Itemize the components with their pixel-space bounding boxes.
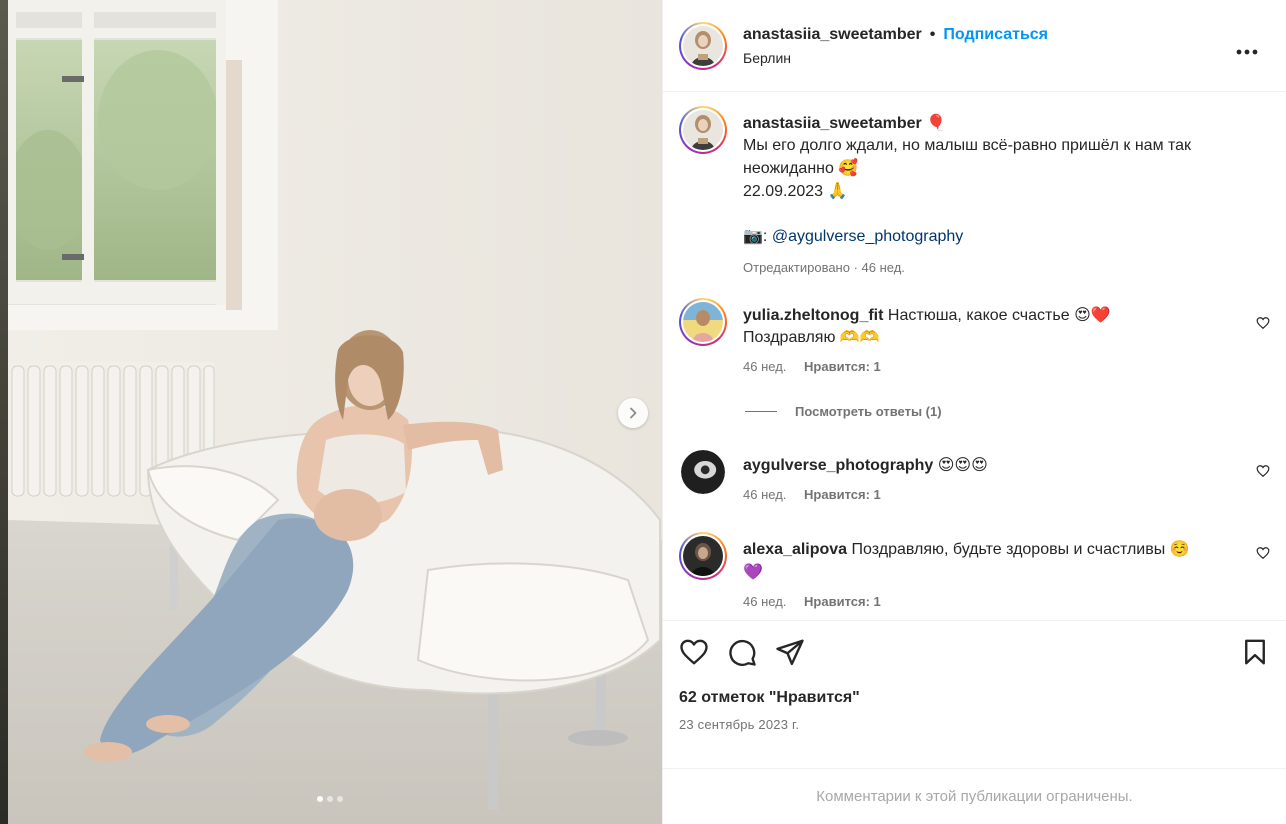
folded-hands-emoji: 🙏	[827, 181, 848, 200]
post-location[interactable]: Берлин	[743, 50, 1048, 66]
header-separator: •	[929, 25, 936, 43]
comment-likes[interactable]: Нравится: 1	[804, 594, 881, 609]
comment-likes[interactable]: Нравится: 1	[804, 487, 881, 502]
view-replies-button[interactable]: Посмотреть ответы (1)	[745, 404, 942, 419]
carousel-dot	[327, 796, 333, 802]
comment-like-heart-icon[interactable]	[1256, 464, 1270, 478]
photo-scene	[8, 0, 662, 824]
follow-button[interactable]: Подписаться	[943, 26, 1048, 44]
avatar-image	[683, 25, 723, 66]
avatar-image	[683, 110, 723, 150]
comments-restricted-notice: Комментарии к этой публикации ограничены…	[663, 768, 1286, 824]
author-username[interactable]: anastasiia_sweetamber	[743, 26, 922, 44]
avatar-image	[683, 302, 723, 342]
smiling-hearts-emoji: 🥰	[838, 158, 859, 177]
comment-like-heart-icon[interactable]	[1256, 316, 1270, 330]
comment-item: alexa_alipova Поздравляю, будьте здоровы…	[679, 532, 1270, 609]
comment-time[interactable]: 46 нед.	[743, 359, 786, 374]
more-icon	[1236, 49, 1258, 55]
comment-author[interactable]: aygulverse_photography	[743, 457, 933, 474]
commenter-avatar[interactable]	[679, 532, 727, 580]
comment-text-line2: Поздравляю 🫶🫶	[743, 329, 880, 346]
comment-icon[interactable]	[727, 637, 757, 667]
caption-edited-time: Отредактировано · 46 нед.	[743, 260, 905, 275]
post-actions: 62 отметок "Нравится" 23 сентябрь 2023 г…	[663, 620, 1286, 768]
comment-item: yulia.zheltonog_fit Настюша, какое счаст…	[679, 298, 1270, 374]
caption-text-line1: Мы его долго ждали, но малыш всё-равно п…	[743, 137, 1192, 177]
purple-heart-emoji: 💜	[743, 562, 763, 581]
post-photo[interactable]	[8, 0, 662, 824]
balloon-emoji: 🎈	[926, 113, 947, 132]
caption-colon: :	[762, 228, 768, 245]
comment-emoji: ☺️	[1169, 539, 1190, 558]
post-date[interactable]: 23 сентябрь 2023 г.	[679, 717, 799, 732]
camera-emoji: 📷	[743, 226, 763, 245]
share-icon[interactable]	[775, 637, 805, 667]
post-caption: anastasiia_sweetamber 🎈 Мы его долго жда…	[679, 106, 1270, 275]
caption-date: 22.09.2023	[743, 183, 824, 200]
carousel-dot	[337, 796, 343, 802]
comment-author[interactable]: alexa_alipova	[743, 541, 847, 558]
comment-time[interactable]: 46 нед.	[743, 487, 786, 502]
comment-time[interactable]: 46 нед.	[743, 594, 786, 609]
carousel-next-button[interactable]	[618, 398, 648, 428]
replies-line	[745, 411, 777, 412]
likes-count[interactable]: 62 отметок "Нравится"	[679, 689, 860, 707]
view-replies-label: Посмотреть ответы (1)	[795, 404, 942, 419]
comments-scroll-area[interactable]: anastasiia_sweetamber 🎈 Мы его долго жда…	[663, 92, 1286, 620]
post-header: anastasiia_sweetamber • Подписаться Берл…	[663, 0, 1286, 92]
comment-emoji: 😍❤️	[1074, 305, 1111, 324]
author-avatar[interactable]	[679, 21, 727, 70]
bookmark-icon[interactable]	[1240, 637, 1270, 667]
carousel-dot	[317, 796, 323, 802]
comment-likes[interactable]: Нравится: 1	[804, 359, 881, 374]
photographer-mention-link[interactable]: @aygulverse_photography	[772, 228, 963, 245]
comment-like-heart-icon[interactable]	[1256, 546, 1270, 560]
like-heart-icon[interactable]	[679, 637, 709, 667]
more-options-button[interactable]	[1236, 38, 1258, 61]
comment-text: Поздравляю, будьте здоровы и счастливы	[851, 541, 1166, 558]
comment-emoji: 😍😍😍	[937, 455, 988, 474]
carousel-indicator	[317, 796, 343, 802]
post-side-panel: anastasiia_sweetamber • Подписаться Берл…	[662, 0, 1286, 824]
comment-item: aygulverse_photography 😍😍😍 46 нед. Нрави…	[679, 448, 1270, 502]
chevron-right-icon	[630, 407, 637, 419]
avatar-image	[683, 536, 723, 576]
caption-author-avatar[interactable]	[679, 106, 727, 154]
post-modal: anastasiia_sweetamber • Подписаться Берл…	[8, 0, 1286, 824]
commenter-avatar[interactable]	[679, 298, 727, 346]
comment-text: Настюша, какое счастье	[887, 307, 1070, 324]
caption-author[interactable]: anastasiia_sweetamber	[743, 115, 922, 132]
comment-author[interactable]: yulia.zheltonog_fit	[743, 307, 883, 324]
avatar-image	[681, 450, 725, 494]
commenter-avatar[interactable]	[679, 448, 727, 496]
